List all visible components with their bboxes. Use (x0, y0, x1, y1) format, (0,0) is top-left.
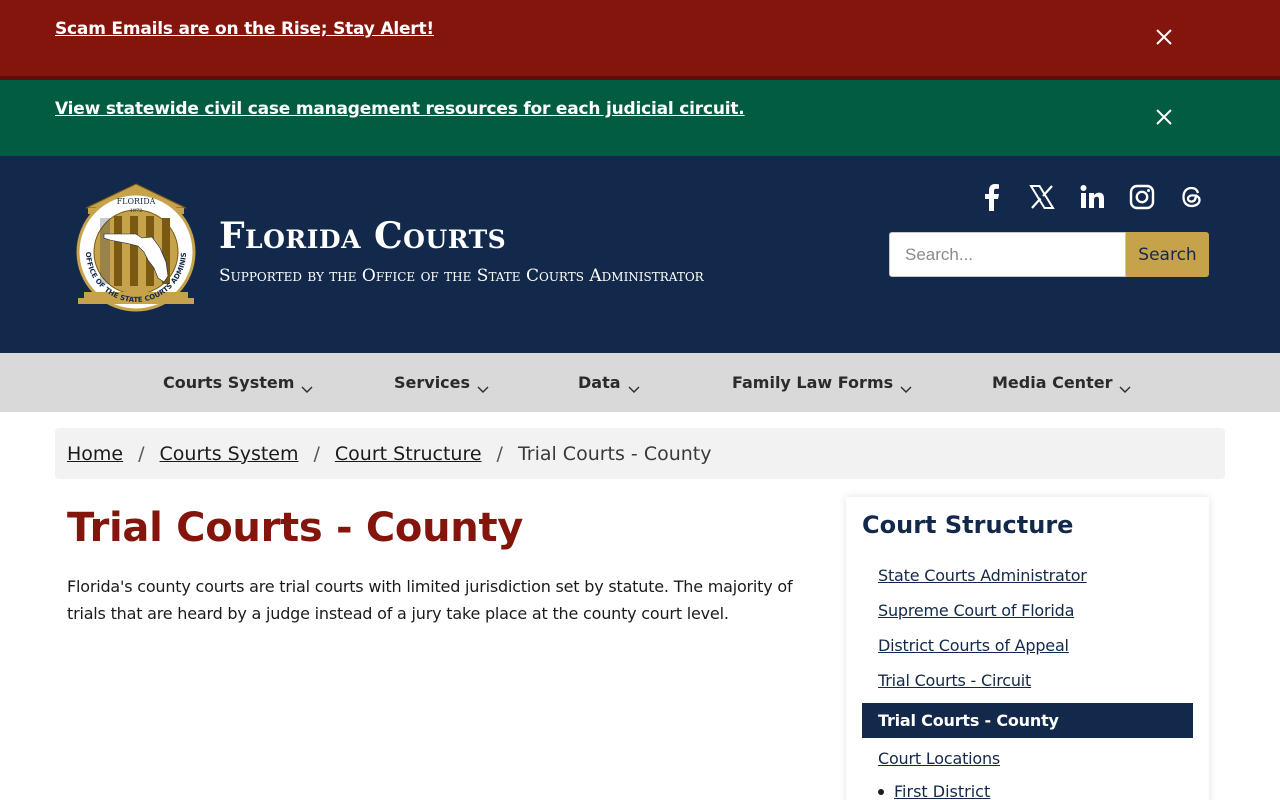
chevron-down-icon (628, 379, 640, 393)
linkedin-icon[interactable] (1078, 182, 1106, 212)
nav-label: Media Center (992, 373, 1113, 392)
breadcrumb-courts-system[interactable]: Courts System (160, 443, 299, 465)
x-icon[interactable] (1028, 182, 1056, 212)
close-icon[interactable] (1154, 107, 1174, 127)
sidebar-item-trial-courts-county-active[interactable]: Trial Courts - County (862, 703, 1193, 738)
breadcrumb-separator: / (138, 442, 145, 465)
scam-alert-link[interactable]: Scam Emails are on the Rise; Stay Alert! (55, 19, 434, 39)
nav-services[interactable]: Services (394, 353, 489, 412)
osca-seal-logo[interactable]: FLORIDA 1972 OFFICE OF THE STATE COURTS … (71, 176, 198, 312)
close-icon[interactable] (1154, 27, 1174, 47)
chevron-down-icon (301, 379, 313, 393)
site-header: FLORIDA 1972 OFFICE OF THE STATE COURTS … (0, 156, 1280, 353)
sidebar-subitem: First District (878, 782, 990, 800)
page-title: Trial Courts - County (67, 505, 524, 551)
bullet-icon (878, 788, 884, 795)
nav-media-center[interactable]: Media Center (992, 353, 1131, 412)
breadcrumb-separator: / (496, 442, 503, 465)
nav-label: Family Law Forms (732, 373, 894, 392)
site-subtitle: Supported by the Office of the State Cou… (219, 266, 704, 286)
breadcrumb-current: Trial Courts - County (517, 442, 712, 465)
chevron-down-icon (900, 379, 912, 393)
threads-icon[interactable] (1178, 182, 1206, 212)
nav-data[interactable]: Data (578, 353, 640, 412)
nav-label: Data (578, 373, 621, 392)
sidebar-item-supreme-court[interactable]: Supreme Court of Florida (878, 601, 1074, 620)
sidebar-title: Court Structure (862, 511, 1074, 539)
nav-courts-system[interactable]: Courts System (163, 353, 313, 412)
social-links (978, 182, 1206, 212)
svg-text:FLORIDA: FLORIDA (117, 197, 156, 206)
nav-label: Services (394, 373, 471, 392)
breadcrumb: Home / Courts System / Court Structure /… (55, 428, 1225, 479)
breadcrumb-court-structure[interactable]: Court Structure (335, 443, 482, 465)
svg-text:1972: 1972 (130, 208, 143, 214)
search-input[interactable] (889, 232, 1126, 277)
sidebar-item-state-courts-administrator[interactable]: State Courts Administrator (878, 566, 1087, 585)
chevron-down-icon (1119, 379, 1131, 393)
facebook-icon[interactable] (978, 182, 1006, 212)
page-description: Florida's county courts are trial courts… (67, 577, 793, 623)
court-structure-sidebar: Court Structure State Courts Administrat… (846, 497, 1209, 800)
nav-label: Courts System (163, 373, 295, 392)
site-title[interactable]: Florida Courts (219, 214, 506, 258)
main-navigation: Courts System Services Data Family Law F… (0, 353, 1280, 412)
breadcrumb-separator: / (313, 442, 320, 465)
scam-alert-bar: Scam Emails are on the Rise; Stay Alert! (0, 0, 1280, 80)
instagram-icon[interactable] (1128, 182, 1156, 212)
sidebar-subitem-first-district[interactable]: First District (894, 782, 990, 800)
sidebar-item-district-courts-of-appeal[interactable]: District Courts of Appeal (878, 636, 1069, 655)
civil-resources-link[interactable]: View statewide civil case management res… (55, 99, 745, 119)
civil-resources-alert-bar: View statewide civil case management res… (0, 80, 1280, 156)
search-button[interactable]: Search (1126, 232, 1209, 277)
breadcrumb-home[interactable]: Home (67, 443, 123, 465)
sidebar-item-trial-courts-circuit[interactable]: Trial Courts - Circuit (878, 671, 1031, 690)
chevron-down-icon (477, 379, 489, 393)
sidebar-item-court-locations[interactable]: Court Locations (878, 749, 1000, 768)
nav-family-law-forms[interactable]: Family Law Forms (732, 353, 912, 412)
